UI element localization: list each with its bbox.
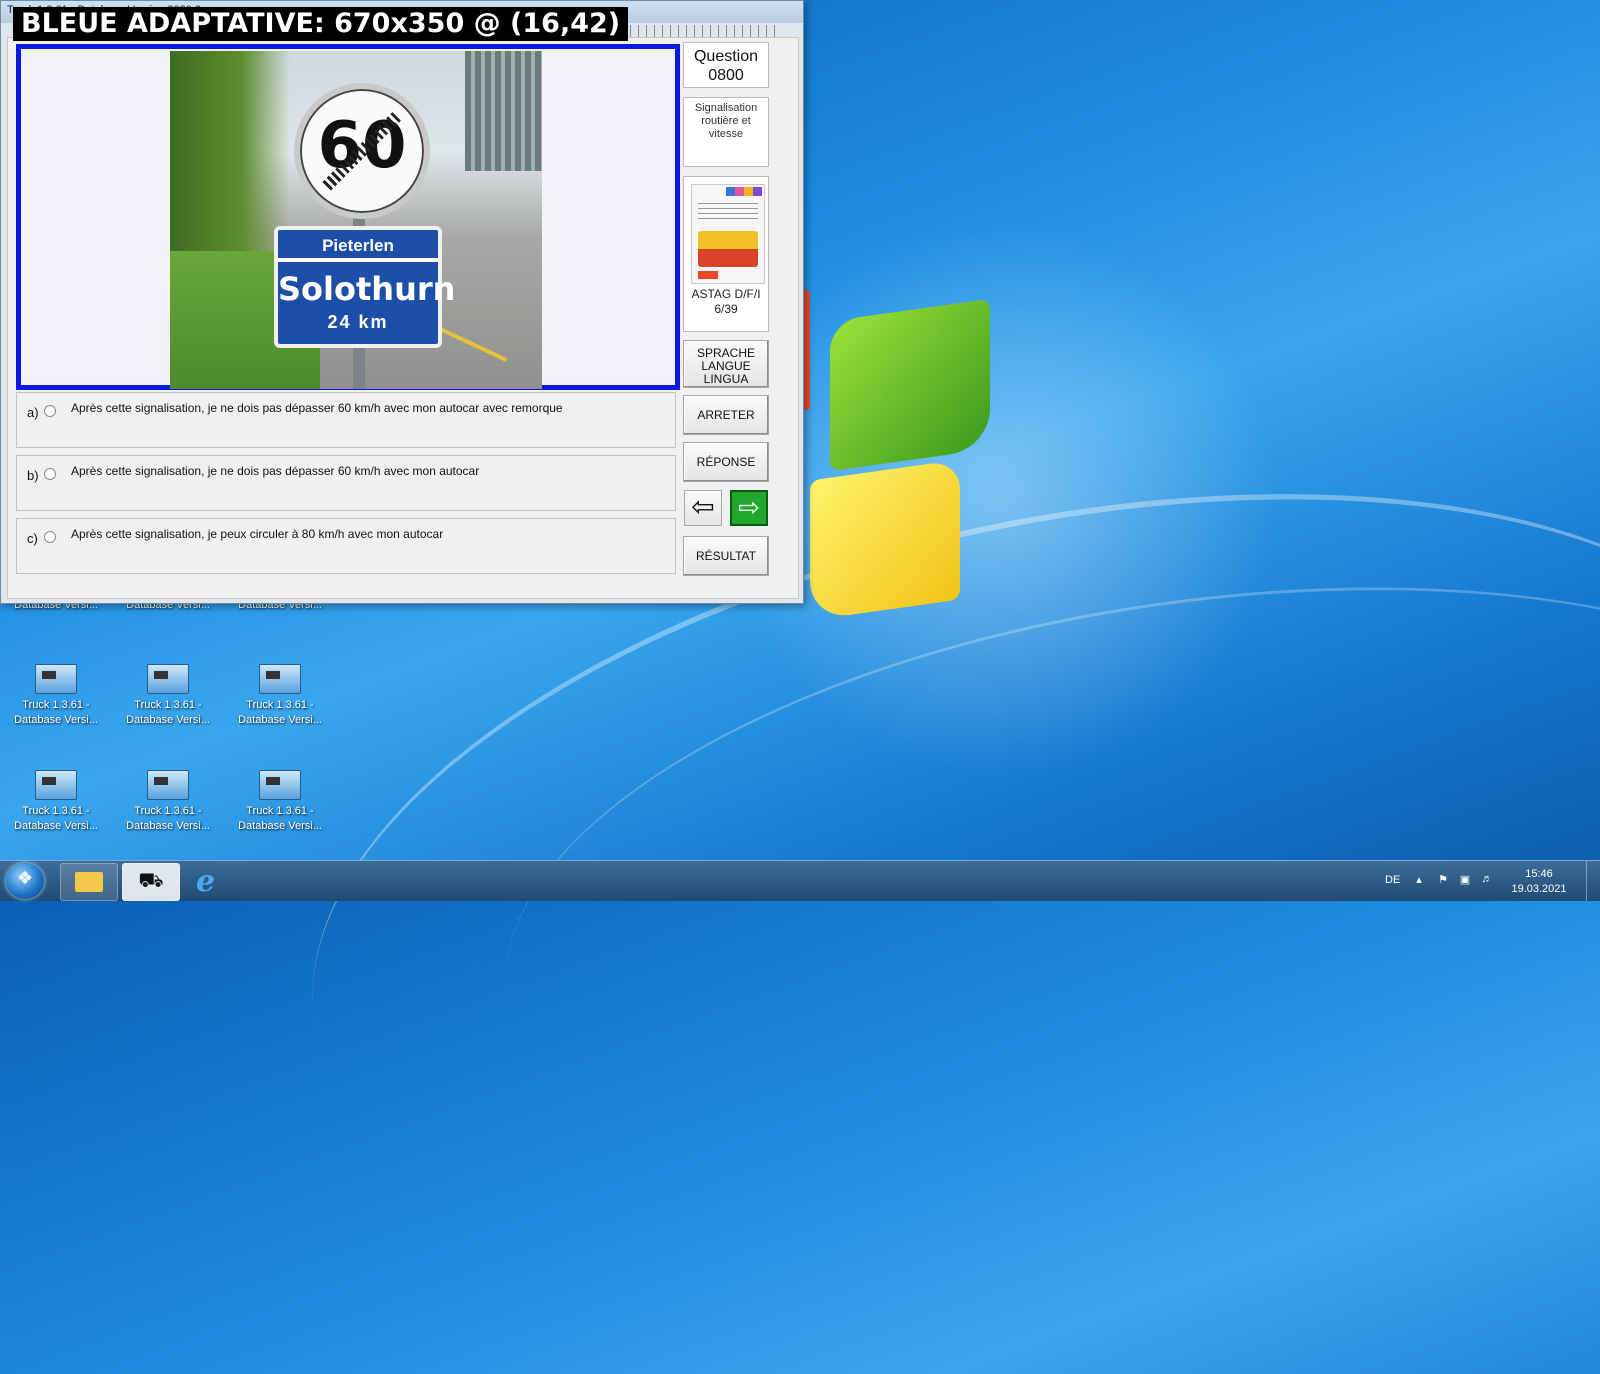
clock-time: 15:46 — [1525, 868, 1553, 880]
stop-button[interactable]: ARRETER — [683, 395, 769, 435]
internet-explorer-icon: e — [196, 864, 216, 899]
language-label-it: LINGUA — [703, 372, 749, 386]
volume-icon[interactable]: ♬ — [1480, 873, 1494, 887]
desktop-icon-truck[interactable]: Truck 1.3.61 - Database Versi... — [230, 770, 330, 834]
taskbar-truck-app-button[interactable]: ⛟ — [122, 863, 180, 901]
category-line-1: Signalisation — [694, 102, 758, 114]
start-button[interactable]: ❖ — [6, 863, 44, 899]
taskbar: ❖ ⛟ e DE ▴ ⚑ ▣ ♬ 15:46 19.03.2021 — [0, 860, 1600, 901]
network-icon[interactable]: ▣ — [1458, 873, 1472, 887]
next-button[interactable]: ⇨ — [730, 490, 768, 526]
answer-letter: c) — [27, 531, 38, 546]
desktop-icon-truck[interactable]: Truck 1.3.61 - Database Versi... — [118, 770, 218, 834]
desktop-icon-truck[interactable]: Truck 1.3.61 - Database Versi... — [6, 770, 106, 834]
answer-radio[interactable] — [44, 405, 56, 417]
taskbar-clock[interactable]: 15:46 19.03.2021 — [1504, 867, 1574, 897]
desktop-icon-label: Truck 1.3.61 - — [246, 699, 314, 711]
truck-app-icon — [35, 770, 77, 800]
desktop-icon-truck[interactable]: Truck 1.3.61 - Database Versi... — [118, 664, 218, 728]
result-button[interactable]: RÉSULTAT — [683, 536, 769, 576]
source-caption: ASTAG D/F/I 6/39 — [684, 287, 768, 317]
answer-letter: b) — [27, 468, 39, 483]
arrow-right-icon: ⇨ — [738, 492, 760, 522]
answer-option-a[interactable]: a) Après cette signalisation, je ne dois… — [16, 392, 676, 448]
show-desktop-button[interactable] — [1586, 861, 1600, 901]
desktop-icon-label: Database Versi... — [126, 820, 210, 832]
desktop-icon-label: Truck 1.3.61 - — [22, 805, 90, 817]
book-cover-image — [691, 184, 765, 284]
truck-app-icon — [259, 770, 301, 800]
desktop-icon-label: Database Versi... — [238, 820, 322, 832]
road-sign-photo: 60 Pieterlen Solothurn 24 km — [170, 51, 542, 389]
source-page: 6/39 — [714, 302, 738, 316]
truck-app-icon — [259, 664, 301, 694]
desktop-icon-label: Truck 1.3.61 - — [134, 805, 202, 817]
keyboard-language-indicator[interactable]: DE — [1385, 874, 1400, 886]
answer-radio[interactable] — [44, 531, 56, 543]
place-name-sign: Pieterlen Solothurn 24 km — [274, 226, 456, 348]
source-book-box: ASTAG D/F/I 6/39 — [683, 176, 769, 332]
truck-app-icon — [35, 664, 77, 694]
windows-start-icon: ❖ — [16, 868, 34, 888]
taskbar-internet-explorer-button[interactable]: e — [184, 863, 240, 899]
question-number-box: Question 0800 — [683, 42, 769, 88]
quiz-client-area: 60 Pieterlen Solothurn 24 km Question 08… — [7, 37, 799, 599]
sign-place-top: Pieterlen — [322, 236, 394, 255]
answer-option-c[interactable]: c) Après cette signalisation, je peux ci… — [16, 518, 676, 574]
desktop-icon-label: Truck 1.3.61 - — [246, 805, 314, 817]
desktop-icon-truck[interactable]: Truck 1.3.61 - Database Versi... — [230, 664, 330, 728]
question-number: 0800 — [708, 67, 744, 84]
folder-icon — [75, 872, 103, 892]
truck-app-icon — [147, 664, 189, 694]
windows-logo — [780, 290, 1010, 630]
previous-button[interactable]: ⇦ — [684, 490, 722, 526]
answer-text: Après cette signalisation, je peux circu… — [71, 527, 444, 541]
desktop-icon-label: Database Versi... — [126, 714, 210, 726]
language-button[interactable]: SPRACHE LANGUE LINGUA — [683, 340, 769, 388]
question-category-box: Signalisation routière et vitesse — [683, 97, 769, 167]
end-speed-limit-sign: 60 — [294, 83, 430, 219]
desktop-icon-label: Truck 1.3.61 - — [22, 699, 90, 711]
arrow-left-icon: ⇦ — [691, 491, 715, 522]
show-hidden-icons-chevron-up-icon[interactable]: ▴ — [1412, 873, 1426, 887]
clock-date: 19.03.2021 — [1511, 883, 1567, 895]
answer-option-b[interactable]: b) Après cette signalisation, je ne dois… — [16, 455, 676, 511]
answer-letter: a) — [27, 405, 39, 420]
desktop-icon-label: Database Versi... — [238, 714, 322, 726]
taskbar-explorer-button[interactable] — [60, 863, 118, 901]
sign-distance: 24 km — [327, 312, 389, 332]
source-name: ASTAG D/F/I — [691, 287, 761, 301]
answer-radio[interactable] — [44, 468, 56, 480]
sign-place-main: Solothurn — [278, 270, 456, 308]
truck-app-icon — [147, 770, 189, 800]
answer-text: Après cette signalisation, je ne dois pa… — [71, 464, 480, 478]
quiz-window: Truck 1.3.61 - Database Version 2020.2 B… — [0, 0, 804, 604]
question-image-frame: 60 Pieterlen Solothurn 24 km — [16, 44, 680, 390]
answer-text: Après cette signalisation, je ne dois pa… — [71, 401, 563, 415]
category-line-2: routière et vitesse — [701, 115, 751, 140]
desktop-icon-truck[interactable]: Truck 1.3.61 - Database Versi... — [6, 664, 106, 728]
desktop-icon-label: Truck 1.3.61 - — [134, 699, 202, 711]
desktop-icon-label: Database Versi... — [14, 714, 98, 726]
question-label: Question — [693, 48, 759, 65]
annotation-overlay-label: BLEUE ADAPTATIVE: 670x350 @ (16,42) — [13, 7, 629, 41]
action-center-icon[interactable]: ⚑ — [1436, 873, 1450, 887]
truck-icon: ⛟ — [138, 870, 164, 892]
answer-button[interactable]: RÉPONSE — [683, 442, 769, 482]
desktop-icon-label: Database Versi... — [14, 820, 98, 832]
